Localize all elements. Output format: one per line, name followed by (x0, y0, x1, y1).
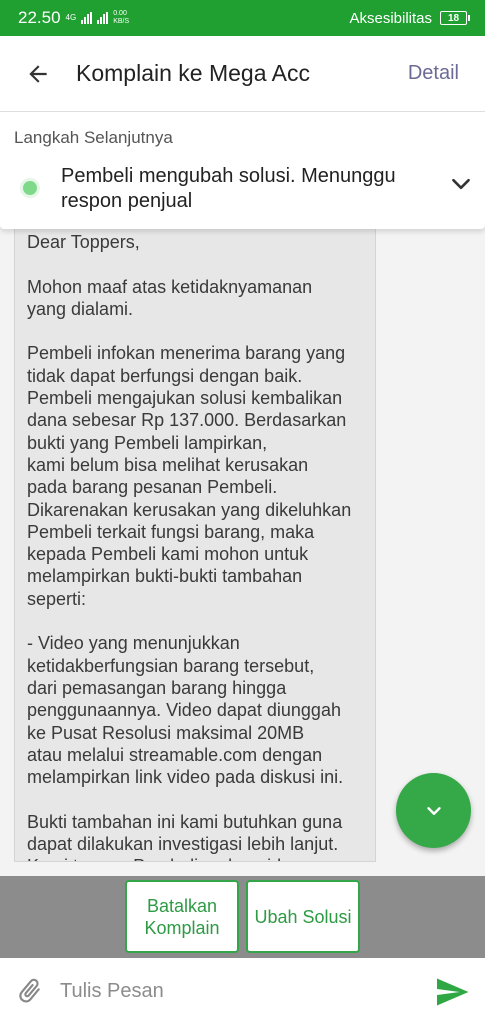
next-step-status: Pembeli mengubah solusi. Menunggu respon… (61, 165, 396, 212)
message-input[interactable] (60, 979, 420, 1003)
chevron-down-icon (452, 178, 470, 190)
network-type: 4G (65, 13, 77, 22)
accessibility-label: Aksesibilitas (349, 9, 432, 27)
change-solution-label: Ubah Solusi (254, 906, 352, 927)
page-title: Komplain ke Mega Acc (76, 60, 310, 86)
detail-link[interactable]: Detail (408, 62, 459, 85)
status-dot-icon (20, 178, 40, 198)
action-bar: Batalkan Komplain Ubah Solusi (0, 876, 485, 958)
net-speed-unit: KB/S (113, 18, 130, 25)
attach-button[interactable] (0, 958, 60, 1024)
status-bar: 22.50 4G 0.00 KB/S Aksesibilitas 18 (0, 0, 485, 36)
message-text: Dear Toppers, Mohon maaf atas ketidaknya… (27, 232, 352, 861)
expand-button[interactable] (445, 168, 477, 200)
signal-icon (81, 12, 93, 24)
cancel-complaint-button[interactable]: Batalkan Komplain (125, 880, 239, 953)
cancel-complaint-label: Batalkan Komplain (144, 895, 220, 938)
signal-icon-2 (97, 12, 109, 24)
back-button[interactable] (0, 36, 76, 112)
app-bar: Komplain ke Mega Acc Detail (0, 36, 485, 112)
net-speed: 0.00 KB/S (113, 10, 129, 26)
chevron-down-icon (426, 806, 441, 815)
change-solution-button[interactable]: Ubah Solusi (246, 880, 360, 953)
scroll-down-button[interactable] (396, 773, 471, 848)
message-composer (0, 958, 485, 1024)
send-icon (437, 978, 469, 1006)
next-step-title: Langkah Selanjutnya (14, 128, 173, 147)
status-time: 22.50 (18, 8, 61, 27)
battery-icon: 18 (440, 11, 470, 25)
message-bubble: Dear Toppers, Mohon maaf atas ketidaknya… (14, 218, 376, 862)
send-button[interactable] (432, 972, 472, 1012)
paperclip-icon (19, 978, 40, 1003)
next-step-card[interactable]: Langkah Selanjutnya Pembeli mengubah sol… (0, 112, 485, 229)
arrow-left-icon (29, 64, 47, 83)
net-speed-value: 0.00 (113, 10, 127, 17)
